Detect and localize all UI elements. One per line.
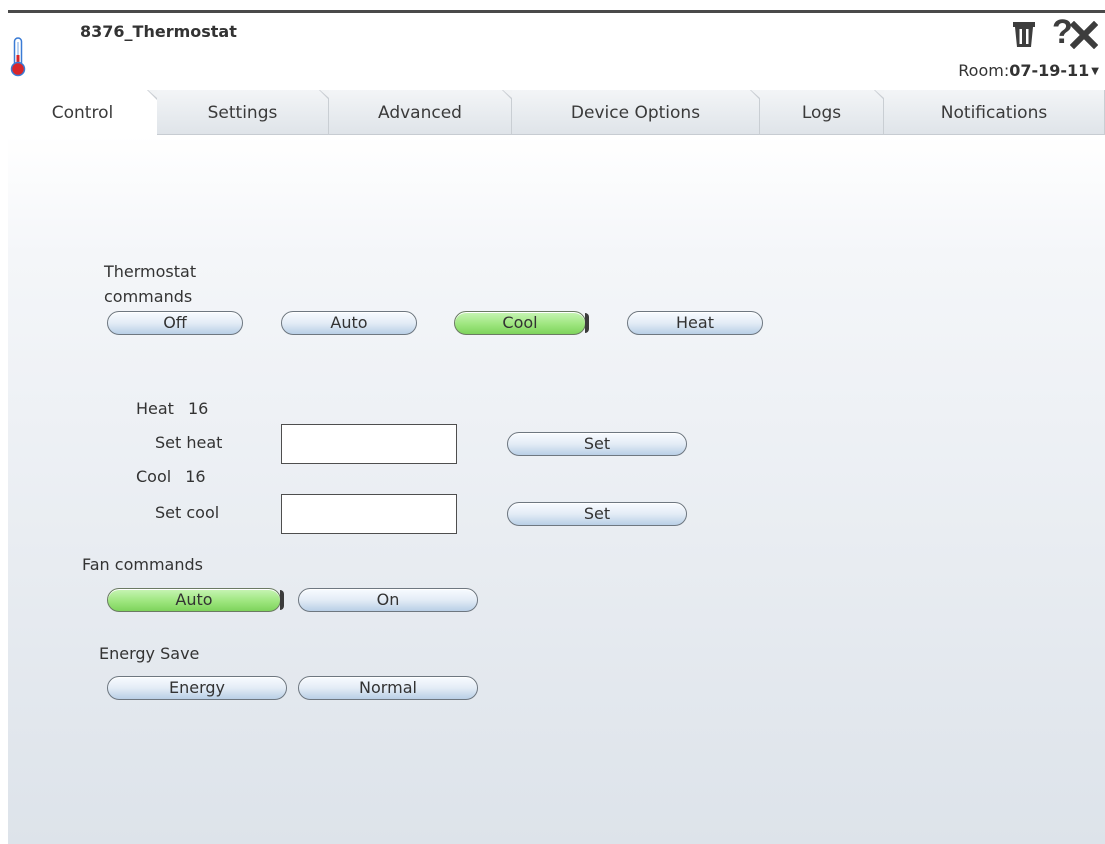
room-value: 07-19-11 (1009, 61, 1090, 80)
close-icon[interactable] (1070, 21, 1098, 49)
control-panel: Thermostat commands Off Auto Cool Heat H… (8, 135, 1105, 844)
thermostat-commands-label-line2: commands (104, 287, 193, 306)
cool-value: 16 (185, 467, 206, 486)
room-label: Room: (958, 61, 1010, 80)
set-heat-button[interactable]: Set (507, 432, 687, 456)
thermostat-auto-button[interactable]: Auto (281, 311, 417, 335)
tab-settings[interactable]: Settings (147, 90, 329, 135)
trash-icon[interactable] (1011, 19, 1037, 49)
normal-button[interactable]: Normal (298, 676, 478, 700)
tab-advanced[interactable]: Advanced (319, 90, 512, 135)
tab-control[interactable]: Control (8, 90, 157, 135)
heat-readout: Heat 16 (136, 398, 208, 419)
set-cool-label: Set cool (155, 503, 220, 522)
window-header: 8376_Thermostat ? Room:07-19-11 ▼ (0, 13, 1105, 90)
set-heat-label: Set heat (155, 433, 223, 452)
heat-value: 16 (187, 399, 209, 418)
thermostat-cool-button[interactable]: Cool (454, 311, 589, 335)
thermostat-heat-button[interactable]: Heat (627, 311, 763, 335)
tab-device-options[interactable]: Device Options (502, 90, 760, 135)
thermostat-off-button[interactable]: Off (107, 311, 243, 335)
room-selector[interactable]: Room:07-19-11 ▼ (958, 61, 1099, 80)
set-cool-button[interactable]: Set (507, 502, 687, 526)
window-top-border (0, 0, 1105, 13)
fan-commands-label: Fan commands (82, 555, 203, 574)
thermostat-commands-label-line1: Thermostat (104, 262, 197, 281)
cool-readout: Cool 16 (136, 466, 206, 487)
heat-label: Heat (136, 399, 174, 418)
set-cool-input[interactable] (281, 494, 457, 534)
fan-auto-button[interactable]: Auto (107, 588, 284, 612)
tab-logs[interactable]: Logs (750, 90, 884, 135)
energy-save-label: Energy Save (99, 644, 200, 663)
set-heat-input[interactable] (281, 424, 457, 464)
tab-notifications[interactable]: Notifications (874, 90, 1105, 135)
energy-button[interactable]: Energy (107, 676, 287, 700)
cool-label: Cool (136, 467, 172, 486)
device-title: 8376_Thermostat (80, 22, 237, 41)
chevron-down-icon: ▼ (1091, 66, 1099, 77)
fan-on-button[interactable]: On (298, 588, 478, 612)
thermometer-icon (10, 37, 26, 77)
tab-bar: Control Settings Advanced Device Options… (8, 90, 1105, 135)
